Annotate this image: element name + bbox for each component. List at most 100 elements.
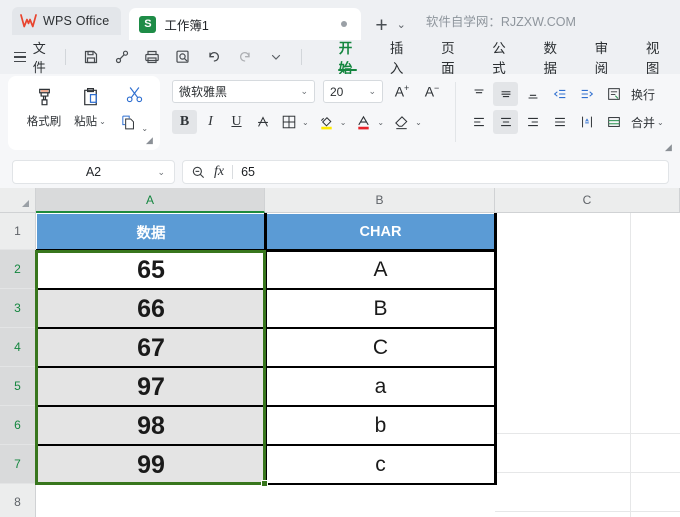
document-tab[interactable]: S 工作簿1 bbox=[129, 8, 362, 40]
clipboard-expand-icon[interactable]: ◣ bbox=[146, 135, 153, 146]
font-family-select[interactable]: 微软雅黑 ⌄ bbox=[172, 80, 315, 103]
undo-icon[interactable] bbox=[206, 47, 223, 67]
strikethrough-button[interactable] bbox=[250, 110, 275, 134]
justify-icon[interactable] bbox=[547, 110, 572, 134]
menu-hamburger-icon[interactable] bbox=[14, 51, 26, 63]
borders-caret-icon[interactable]: ⌄ bbox=[302, 118, 309, 127]
clear-format-icon[interactable] bbox=[389, 110, 414, 134]
row-header-1[interactable]: 1 bbox=[0, 213, 36, 250]
underline-button[interactable]: U bbox=[224, 110, 249, 134]
decrease-font-size-button[interactable]: A− bbox=[421, 83, 443, 100]
row-header-3[interactable]: 3 bbox=[0, 289, 36, 328]
column-header-c[interactable]: C bbox=[495, 188, 680, 213]
selection-border-left bbox=[35, 250, 38, 485]
merge-cells-icon[interactable] bbox=[601, 110, 626, 134]
align-top-icon[interactable] bbox=[466, 82, 491, 106]
font-color-icon[interactable] bbox=[351, 110, 376, 134]
spreadsheet-icon: S bbox=[139, 15, 157, 33]
cell-B7[interactable]: c bbox=[266, 446, 495, 484]
bold-button[interactable]: B bbox=[172, 110, 197, 134]
row-header-8[interactable]: 8 bbox=[0, 484, 36, 517]
column-header-a[interactable]: A bbox=[36, 188, 265, 213]
save-icon[interactable] bbox=[82, 47, 99, 67]
row-header-4[interactable]: 4 bbox=[0, 328, 36, 367]
align-center-icon[interactable] bbox=[493, 110, 518, 134]
redo-icon[interactable] bbox=[236, 47, 253, 67]
file-menu-button[interactable]: 文件 bbox=[33, 38, 55, 76]
name-box-caret-icon[interactable]: ⌄ bbox=[157, 167, 165, 178]
name-box[interactable]: A2 ⌄ bbox=[12, 160, 175, 184]
increase-font-size-button[interactable]: A+ bbox=[391, 83, 413, 100]
borders-icon[interactable] bbox=[276, 110, 301, 134]
row-header-7[interactable]: 7 bbox=[0, 445, 36, 484]
cell-A2[interactable]: 65 bbox=[37, 251, 265, 289]
cell-B3[interactable]: B bbox=[266, 290, 495, 328]
clear-format-caret-icon[interactable]: ⌄ bbox=[415, 118, 422, 127]
cell-B5[interactable]: a bbox=[266, 368, 495, 406]
cell-A5[interactable]: 97 bbox=[37, 368, 265, 406]
decrease-indent-icon[interactable] bbox=[547, 82, 572, 106]
tab-list-caret-icon[interactable]: ⌄ bbox=[397, 18, 406, 31]
format-painter-label: 格式刷 bbox=[26, 116, 62, 128]
font-size-select[interactable]: 20 ⌄ bbox=[323, 80, 383, 103]
customize-caret-icon[interactable] bbox=[267, 47, 284, 67]
cell-A4[interactable]: 67 bbox=[37, 329, 265, 367]
alignment-group: 换行 合并 ⌄ bbox=[466, 82, 664, 138]
gridline bbox=[495, 472, 680, 473]
paste-button[interactable]: 粘贴 ⌄ bbox=[68, 84, 112, 136]
column-header-b[interactable]: B bbox=[265, 188, 495, 213]
ribbon-tab-data[interactable]: 数据 bbox=[526, 40, 577, 76]
select-all-corner[interactable] bbox=[0, 188, 36, 213]
fill-color-caret-icon[interactable]: ⌄ bbox=[340, 118, 347, 127]
formula-input[interactable]: fx 65 bbox=[182, 160, 669, 184]
row-header-2[interactable]: 2 bbox=[0, 250, 36, 289]
name-box-value: A2 bbox=[85, 165, 102, 179]
text-orientation-icon[interactable] bbox=[574, 110, 599, 134]
cut-button[interactable] bbox=[124, 84, 145, 110]
align-bottom-icon[interactable] bbox=[520, 82, 545, 106]
cell-A7[interactable]: 99 bbox=[37, 446, 265, 484]
cell-B6[interactable]: b bbox=[266, 407, 495, 445]
copy-caret-icon[interactable]: ⌄ bbox=[141, 124, 148, 133]
italic-button[interactable]: I bbox=[198, 110, 223, 134]
align-right-icon[interactable] bbox=[520, 110, 545, 134]
divider bbox=[455, 82, 456, 142]
ribbon-tab-insert[interactable]: 插入 bbox=[373, 40, 424, 76]
ribbon-tab-home[interactable]: 开始 bbox=[322, 40, 373, 76]
cell-B1[interactable]: CHAR bbox=[266, 214, 495, 250]
align-left-icon[interactable] bbox=[466, 110, 491, 134]
cell-A1[interactable]: 数据 bbox=[37, 214, 265, 250]
font-color-caret-icon[interactable]: ⌄ bbox=[377, 118, 384, 127]
cell-A3[interactable]: 66 bbox=[37, 290, 265, 328]
increase-indent-icon[interactable] bbox=[574, 82, 599, 106]
cell-B2[interactable]: A bbox=[266, 251, 495, 289]
formula-search-icon[interactable] bbox=[191, 165, 206, 180]
cell-B4[interactable]: C bbox=[266, 329, 495, 367]
cell-A6[interactable]: 98 bbox=[37, 407, 265, 445]
ribbon-tab-formula[interactable]: 公式 bbox=[475, 40, 526, 76]
wrap-text-label[interactable]: 换行 bbox=[631, 86, 655, 103]
print-preview-icon[interactable] bbox=[175, 47, 192, 67]
document-tab-title: 工作簿1 bbox=[164, 18, 209, 33]
fill-color-icon[interactable] bbox=[314, 110, 339, 134]
paste-caret-icon[interactable]: ⌄ bbox=[99, 117, 106, 126]
ribbon-tab-page[interactable]: 页面 bbox=[424, 40, 475, 76]
font-group: 微软雅黑 ⌄ 20 ⌄ A+ A− B I U ⌄ ⌄ ⌄ ⌄ bbox=[172, 80, 443, 134]
share-icon[interactable] bbox=[113, 47, 130, 67]
fill-handle[interactable] bbox=[261, 480, 268, 487]
new-tab-button[interactable]: + bbox=[375, 15, 387, 36]
format-painter-button[interactable]: 格式刷 bbox=[22, 84, 66, 136]
row-header-6[interactable]: 6 bbox=[0, 406, 36, 445]
alignment-expand-icon[interactable]: ◣ bbox=[665, 142, 672, 153]
align-middle-icon[interactable] bbox=[493, 82, 518, 106]
spreadsheet-grid[interactable]: A B C 1 2 3 4 5 6 7 8 数据 CHAR 65 66 67 9… bbox=[0, 188, 680, 517]
wrap-text-icon[interactable] bbox=[601, 82, 626, 106]
ribbon-tab-review[interactable]: 审阅 bbox=[578, 40, 629, 76]
wps-office-badge[interactable]: WPS Office bbox=[12, 7, 122, 35]
row-header-5[interactable]: 5 bbox=[0, 367, 36, 406]
merge-caret-icon[interactable]: ⌄ bbox=[657, 118, 664, 127]
ribbon-tab-view[interactable]: 视图 bbox=[629, 40, 680, 76]
print-icon[interactable] bbox=[144, 47, 161, 67]
gridline bbox=[495, 433, 680, 434]
copy-button[interactable] bbox=[120, 115, 141, 135]
